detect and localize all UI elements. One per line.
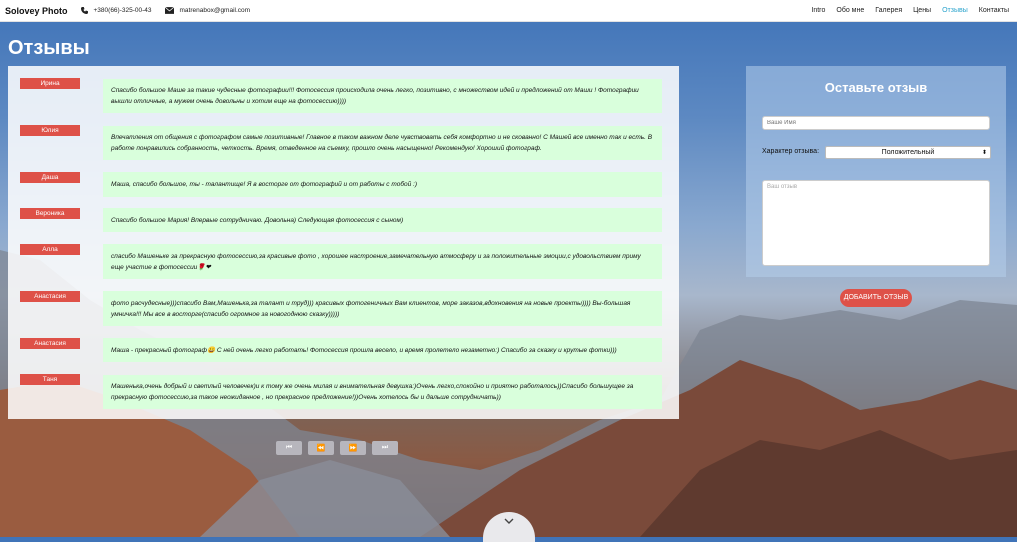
reviewer-name: Таня: [20, 374, 80, 385]
envelope-icon: [164, 7, 174, 14]
review-text: фото расчудесные)))спасибо Вам,Машенька,…: [103, 291, 662, 326]
review-textarea[interactable]: Ваш отзыв: [762, 180, 990, 266]
review-text: Спасибо большое Мария! Впервые сотруднич…: [103, 208, 662, 232]
review-type-value: Положительный: [881, 149, 935, 156]
reviewer-name: Ирина: [20, 78, 80, 89]
page-title: Отзывы: [8, 37, 90, 59]
name-input[interactable]: [762, 116, 990, 130]
review-type-label: Характер отзыва:: [762, 148, 820, 155]
reviewer-name: Даша: [20, 172, 80, 183]
reviews-panel: Ирина Спасибо большое Маше за такие чуде…: [8, 66, 679, 419]
email-address: matrenabox@gmail.com: [179, 7, 251, 14]
main-nav: Intro Обо мне Галерея Цены Отзывы Контак…: [800, 0, 1009, 21]
nav-gallery[interactable]: Галерея: [875, 7, 902, 14]
review-form: Оставьте отзыв Характер отзыва: Положите…: [746, 66, 1006, 277]
review-text: Спасибо большое Маше за такие чудесные ф…: [103, 79, 662, 113]
review-text: спасибо Машеньке за прекрасную фотосесси…: [103, 244, 662, 279]
phone-icon: [80, 7, 88, 14]
review-text: Впечатления от общения с фотографом самы…: [103, 126, 662, 160]
phone-contact: +380(66)-325-00-43: [80, 7, 152, 14]
brand-logo[interactable]: Solovey Photo: [5, 6, 68, 16]
next-page-button[interactable]: ⏩: [340, 441, 366, 455]
chevron-down-icon: [504, 518, 514, 524]
prev-page-icon: ⏪: [316, 445, 326, 452]
nav-about[interactable]: Обо мне: [836, 7, 864, 14]
email-contact: matrenabox@gmail.com: [164, 7, 251, 14]
reviewer-name: Вероника: [20, 208, 80, 219]
form-title: Оставьте отзыв: [824, 80, 928, 95]
last-page-icon: ⏭: [381, 444, 389, 451]
nav-reviews[interactable]: Отзывы: [942, 7, 968, 14]
review-type-select[interactable]: Положительный ⬍: [825, 146, 991, 159]
reviewer-name: Анастасия: [20, 338, 80, 349]
review-textarea-placeholder: Ваш отзыв: [767, 184, 798, 190]
reviewer-name: Анастасия: [20, 291, 80, 302]
next-page-icon: ⏩: [348, 445, 358, 452]
reviews-pager: ⏮ ⏪ ⏩ ⏭: [276, 441, 404, 455]
review-text: Маша, спасибо большое, ты - талантище! Я…: [103, 172, 662, 197]
nav-intro[interactable]: Intro: [811, 7, 825, 14]
select-arrows-icon: ⬍: [981, 150, 987, 156]
prev-page-button[interactable]: ⏪: [308, 441, 334, 455]
reviewer-name: Алла: [20, 244, 80, 255]
review-text: Машенька,очень добрый и светлый человече…: [103, 375, 662, 409]
last-page-button[interactable]: ⏭: [372, 441, 398, 455]
nav-contacts[interactable]: Контакты: [979, 7, 1009, 14]
nav-prices[interactable]: Цены: [913, 7, 931, 14]
top-navbar: Solovey Photo +380(66)-325-00-43 matrena…: [0, 0, 1017, 22]
add-review-button[interactable]: ДОБАВИТЬ ОТЗЫВ: [840, 289, 912, 307]
first-page-icon: ⏮: [285, 444, 293, 451]
review-text: Маша - прекрасный фотограф😀 С ней очень …: [103, 338, 662, 362]
phone-number: +380(66)-325-00-43: [93, 7, 152, 14]
reviewer-name: Юлия: [20, 125, 80, 136]
first-page-button[interactable]: ⏮: [276, 441, 302, 455]
